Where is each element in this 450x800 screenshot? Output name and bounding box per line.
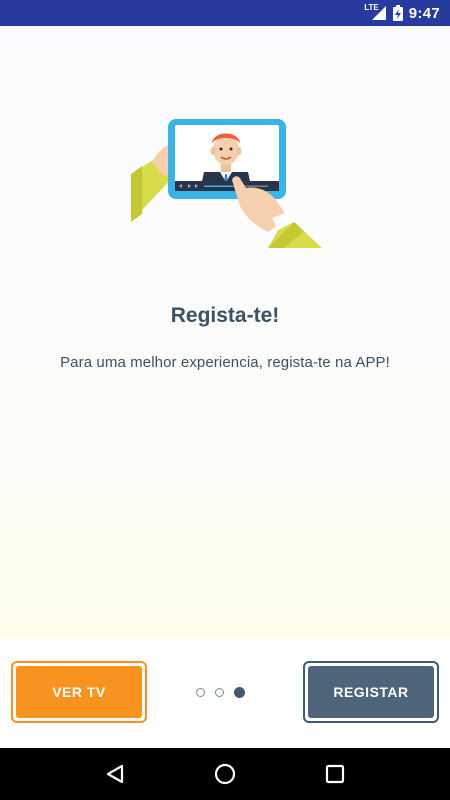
page-dot-3-active[interactable]	[234, 686, 245, 698]
clock: 9:47	[408, 4, 440, 22]
register-button[interactable]: REGISTAR	[303, 661, 439, 723]
recents-icon[interactable]	[315, 754, 355, 794]
page-title: Regista-te!	[170, 304, 280, 327]
page-dot-2[interactable]	[215, 687, 224, 697]
network-type: LTE	[364, 2, 379, 12]
page-subtitle: Para uma melhor experiencia, regista-te …	[60, 354, 390, 371]
watch-tv-button-label: VER TV	[16, 666, 142, 718]
home-icon[interactable]	[205, 754, 245, 794]
status-bar: LTE 9:47	[0, 0, 450, 26]
battery-charging-icon	[392, 5, 403, 21]
page-dot-1[interactable]	[196, 687, 205, 697]
onboarding-actions: VER TV REGISTAR	[0, 638, 450, 748]
register-button-label: REGISTAR	[308, 666, 434, 718]
onboarding-page: Regista-te! Para uma melhor experiencia,…	[0, 26, 450, 638]
tablet-video-illustration	[128, 114, 324, 248]
page-indicator	[196, 686, 256, 698]
system-nav-bar	[0, 748, 450, 800]
watch-tv-button[interactable]: VER TV	[11, 661, 147, 723]
back-icon[interactable]	[95, 754, 135, 794]
